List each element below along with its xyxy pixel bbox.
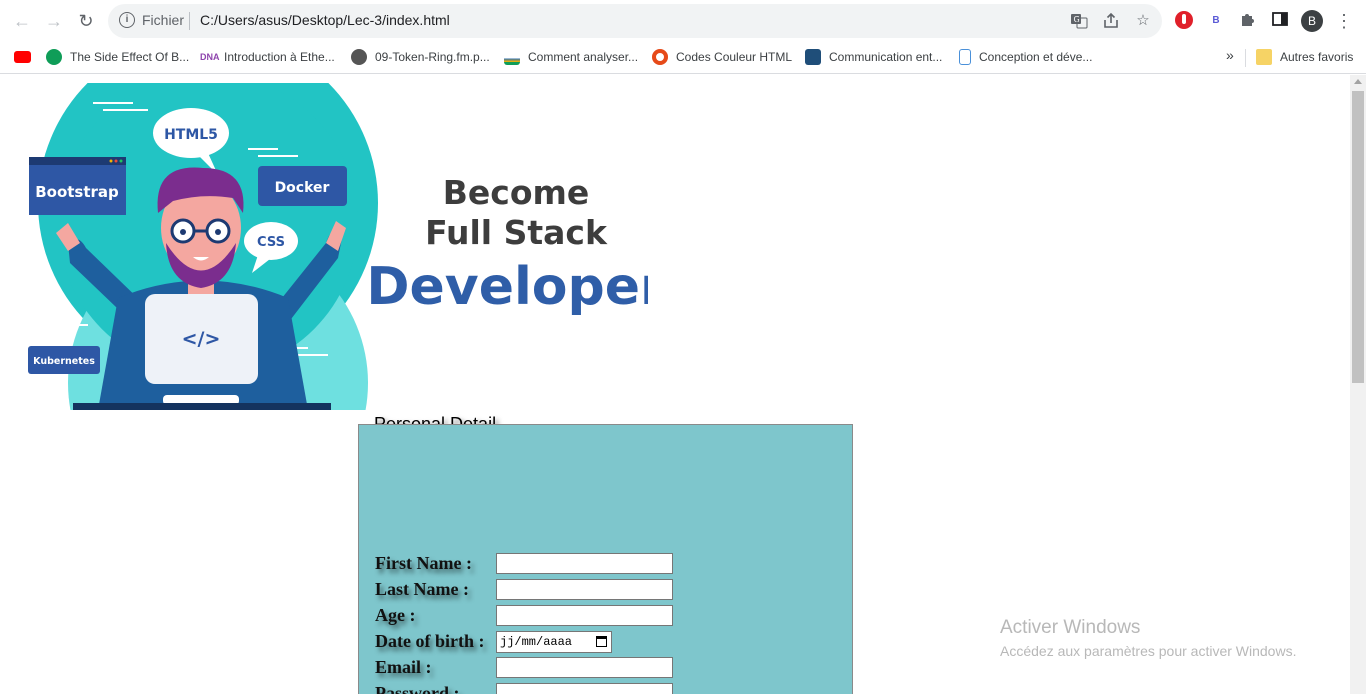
- academia-icon: [805, 49, 821, 65]
- dna-icon: DNA: [200, 52, 220, 62]
- headline-developer: Developer: [366, 257, 648, 317]
- other-bookmarks-folder[interactable]: Autres favoris: [1256, 49, 1353, 67]
- email-label: Email :: [375, 657, 432, 677]
- watermark-title: Activer Windows: [1000, 617, 1141, 638]
- folder-icon: [1256, 49, 1272, 65]
- email-input[interactable]: [496, 657, 673, 678]
- password-label: Password :: [375, 683, 460, 694]
- full-stack-banner-image: Bootstrap HTML5 Docker CSS Kubernetes </…: [28, 83, 648, 410]
- back-arrow-icon[interactable]: ←: [10, 9, 34, 33]
- translate-icon[interactable]: G: [1070, 12, 1088, 30]
- bookmarks-bar: The Side Effect Of B... DNA Introduction …: [0, 42, 1366, 74]
- calendar-icon[interactable]: [596, 636, 607, 647]
- age-input[interactable]: [496, 605, 673, 626]
- bookmark-youtube[interactable]: [14, 49, 39, 67]
- docker-tag: Docker: [275, 180, 330, 196]
- bookmark-item[interactable]: Communication ent...: [805, 49, 942, 67]
- info-icon[interactable]: i: [119, 12, 135, 28]
- extension-b-icon[interactable]: B: [1205, 10, 1227, 32]
- dob-placeholder: jj/mm/aaaa: [500, 635, 573, 649]
- bookmark-item[interactable]: Comment analyser...: [504, 49, 638, 67]
- headline-full-stack: Full Stack: [425, 213, 608, 252]
- dob-label: Date of birth :: [375, 631, 485, 651]
- first-name-label: First Name :: [375, 553, 472, 573]
- adblock-extension-icon[interactable]: [1173, 10, 1195, 32]
- url-scheme: Fichier: [142, 12, 185, 28]
- color-codes-icon: [652, 49, 668, 65]
- side-panel-icon[interactable]: [1269, 10, 1291, 32]
- menu-kebab-icon[interactable]: ⋮: [1333, 10, 1355, 32]
- reload-icon[interactable]: ↻: [74, 9, 98, 33]
- watermark-subtitle: Accédez aux paramètres pour activer Wind…: [1000, 643, 1297, 659]
- forward-arrow-icon[interactable]: →: [42, 9, 66, 33]
- globe-icon: [351, 49, 367, 65]
- code-tag: </>: [182, 328, 221, 350]
- age-label: Age :: [375, 605, 416, 625]
- windows-activation-watermark: Activer Windows Accédez aux paramètres p…: [1000, 617, 1296, 659]
- share-icon[interactable]: [1102, 12, 1120, 30]
- last-name-input[interactable]: [496, 579, 673, 600]
- browser-toolbar: ← → ↻ i Fichier C:/Users/asus/Desktop/Le…: [0, 0, 1366, 42]
- last-name-label: Last Name :: [375, 579, 469, 599]
- css-tag: CSS: [257, 235, 285, 250]
- scroll-up-arrow-icon[interactable]: [1354, 79, 1362, 84]
- headline-become: Become: [443, 173, 590, 212]
- bookmark-item[interactable]: 09-Token-Ring.fm.p...: [351, 49, 490, 67]
- bookmark-item[interactable]: Conception et déve...: [959, 49, 1092, 67]
- html5-tag: HTML5: [164, 127, 218, 143]
- bookmark-item[interactable]: The Side Effect Of B...: [46, 49, 189, 67]
- bookmark-item[interactable]: DNA Introduction à Ethe...: [200, 49, 335, 67]
- kubernetes-tag: Kubernetes: [33, 356, 95, 367]
- profile-avatar[interactable]: B: [1301, 10, 1323, 32]
- first-name-input[interactable]: [496, 553, 673, 574]
- document-icon: [959, 49, 971, 65]
- ficos-icon: [504, 49, 520, 65]
- scrollbar-thumb[interactable]: [1352, 91, 1364, 383]
- more-bookmarks-chevron-icon[interactable]: »: [1226, 47, 1234, 65]
- bookmark-favicon: [46, 49, 62, 65]
- url-separator: [189, 12, 190, 30]
- dob-date-input[interactable]: jj/mm/aaaa: [496, 631, 612, 653]
- url-text[interactable]: C:/Users/asus/Desktop/Lec-3/index.html: [200, 12, 450, 28]
- bookmark-item[interactable]: Codes Couleur HTML: [652, 49, 792, 67]
- extensions-puzzle-icon[interactable]: [1237, 10, 1259, 32]
- bootstrap-tag: Bootstrap: [35, 183, 119, 201]
- bookmarks-divider: [1245, 49, 1246, 67]
- youtube-icon: [14, 50, 31, 63]
- vertical-scrollbar[interactable]: [1350, 75, 1366, 694]
- bookmark-star-icon[interactable]: ☆: [1134, 12, 1152, 30]
- password-input[interactable]: [496, 683, 673, 694]
- page-viewport: Bootstrap HTML5 Docker CSS Kubernetes </…: [0, 75, 1350, 694]
- address-bar[interactable]: i Fichier C:/Users/asus/Desktop/Lec-3/in…: [108, 4, 1162, 38]
